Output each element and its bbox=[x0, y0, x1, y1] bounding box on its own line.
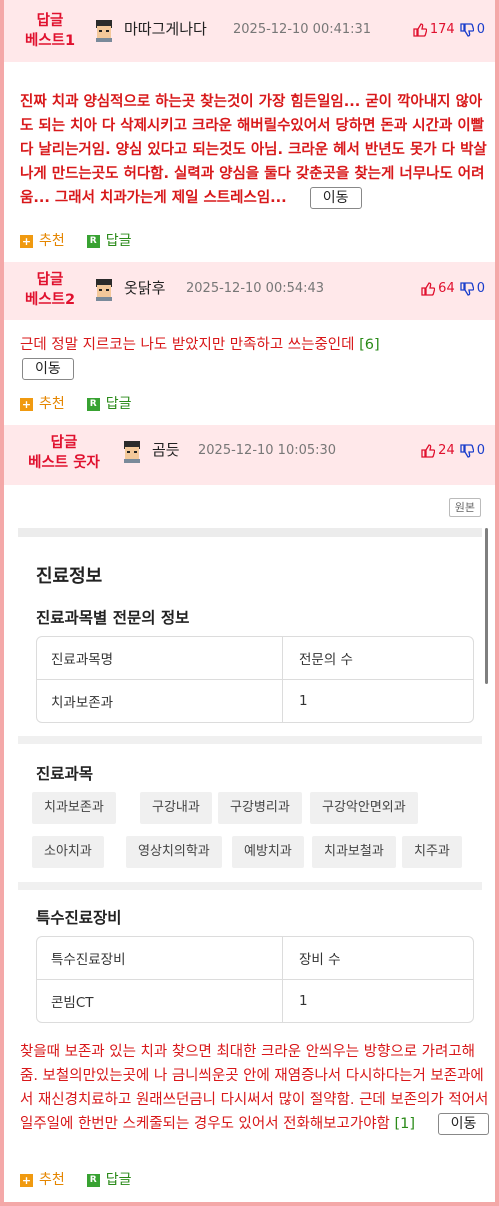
table-header-cell: 진료과목명 bbox=[37, 637, 283, 679]
original-button[interactable]: 원본 bbox=[448, 498, 481, 517]
comment-body: 찾을때 보존과 있는 치과 찾으면 최대한 크라운 안씌우는 방향으로 가려고해… bbox=[4, 1040, 495, 1136]
downvote-count: 0 bbox=[476, 281, 485, 296]
comment-header: 답글 베스트1 마따그게나다 2025-12-10 00:41:31 174 0 bbox=[4, 0, 495, 62]
best-badge-line1: 답글 bbox=[36, 272, 64, 288]
reply-count[interactable]: [1] bbox=[395, 1116, 416, 1132]
move-button[interactable]: 이동 bbox=[309, 187, 362, 209]
upvote-count: 174 bbox=[429, 22, 455, 37]
table-header-row: 진료과목명 전문의 수 bbox=[37, 637, 473, 679]
timestamp: 2025-12-10 00:41:31 bbox=[233, 22, 372, 37]
vote-box: 64 0 bbox=[421, 279, 485, 299]
comment-actions: + 추천 R 답글 bbox=[20, 394, 132, 414]
timestamp: 2025-12-10 00:54:43 bbox=[186, 281, 325, 296]
best-badge-line2: 베스트1 bbox=[24, 33, 76, 49]
upvote-count: 24 bbox=[438, 443, 455, 458]
thumbs-up-icon[interactable] bbox=[421, 444, 436, 458]
thumbs-up-icon[interactable] bbox=[421, 282, 436, 296]
plus-icon: + bbox=[20, 1173, 33, 1187]
vote-box: 24 0 bbox=[421, 441, 485, 461]
recommend-button[interactable]: 추천 bbox=[39, 394, 65, 414]
section-divider bbox=[18, 736, 482, 744]
reply-r-icon: R bbox=[86, 234, 100, 248]
avatar-icon bbox=[124, 441, 140, 463]
embed-top-bar bbox=[18, 528, 482, 537]
table-cell: 치과보존과 bbox=[37, 680, 283, 722]
best-badge: 답글 베스트1 bbox=[18, 11, 82, 51]
table-header-cell: 전문의 수 bbox=[299, 652, 353, 668]
comment-actions: + 추천 R 답글 bbox=[20, 1170, 132, 1190]
comment-header: 답글 베스트2 옷닭후 2025-12-10 00:54:43 64 0 bbox=[4, 262, 495, 320]
thumbs-down-icon[interactable] bbox=[460, 444, 474, 458]
department-tag: 구강악안면외과 bbox=[310, 792, 418, 824]
best-badge-line1: 답글 bbox=[50, 435, 78, 451]
specialist-table: 진료과목명 전문의 수 치과보존과 1 bbox=[36, 636, 474, 723]
thumbs-up-icon[interactable] bbox=[413, 23, 427, 37]
section-divider bbox=[18, 882, 482, 890]
timestamp: 2025-12-10 10:05:30 bbox=[198, 443, 337, 458]
table-row: 콘빔CT 1 bbox=[37, 979, 473, 1022]
comment-header: 답글 베스트 웃자 곰듯 2025-12-10 10:05:30 24 0 bbox=[4, 425, 495, 485]
table-row: 치과보존과 1 bbox=[37, 679, 473, 722]
table-header-cell: 특수진료장비 bbox=[37, 937, 283, 979]
table-header-row: 특수진료장비 장비 수 bbox=[37, 937, 473, 979]
department-tag: 영상치의학과 bbox=[126, 836, 222, 868]
thumbs-down-icon[interactable] bbox=[460, 23, 474, 37]
upvote-count: 64 bbox=[438, 281, 455, 296]
nickname[interactable]: 곰듯 bbox=[152, 440, 180, 460]
reply-button[interactable]: 답글 bbox=[106, 1170, 132, 1190]
best-badge: 답글 베스트 웃자 bbox=[16, 433, 112, 473]
reply-count[interactable]: [6] bbox=[359, 337, 380, 353]
table-cell: 콘빔CT bbox=[37, 980, 283, 1022]
table-cell: 1 bbox=[299, 693, 308, 709]
plus-icon: + bbox=[20, 397, 33, 411]
best-badge-line1: 답글 bbox=[36, 13, 64, 29]
comment-text: 진짜 치과 양심적으로 하는곳 찾는것이 가장 힘든일임... 굳이 깍아내지 … bbox=[20, 94, 487, 206]
equipment-table: 특수진료장비 장비 수 콘빔CT 1 bbox=[36, 936, 474, 1023]
thumbs-down-icon[interactable] bbox=[460, 282, 474, 296]
move-button[interactable]: 이동 bbox=[22, 358, 74, 380]
comment-body: 근데 정말 지르코는 나도 받았지만 만족하고 쓰는중인데 [6] 이동 bbox=[4, 333, 495, 381]
comment-text: 찾을때 보존과 있는 치과 찾으면 최대한 크라운 안씌우는 방향으로 가려고해… bbox=[20, 1044, 489, 1132]
reply-button[interactable]: 답글 bbox=[106, 394, 132, 414]
move-button[interactable]: 이동 bbox=[437, 1113, 490, 1135]
embedded-image: 진료정보 진료과목별 전문의 정보 진료과목명 전문의 수 치과보존과 1 진료… bbox=[18, 528, 488, 1023]
recommend-button[interactable]: 추천 bbox=[39, 231, 65, 251]
table-header-cell: 장비 수 bbox=[299, 952, 341, 968]
department-tag: 치주과 bbox=[402, 836, 462, 868]
reply-r-icon: R bbox=[86, 397, 100, 411]
best-badge: 답글 베스트2 bbox=[18, 270, 82, 310]
reply-r-icon: R bbox=[86, 1173, 100, 1187]
best-badge-line2: 베스트 웃자 bbox=[28, 455, 100, 471]
comment-body: 진짜 치과 양심적으로 하는곳 찾는것이 가장 힘든일임... 굳이 깍아내지 … bbox=[4, 62, 495, 210]
table-cell: 1 bbox=[299, 993, 308, 1009]
department-tag: 치과보철과 bbox=[312, 836, 396, 868]
section-title: 진료과목 bbox=[36, 765, 94, 783]
nickname[interactable]: 마따그게나다 bbox=[124, 19, 207, 39]
comment-list: 답글 베스트1 마따그게나다 2025-12-10 00:41:31 174 0… bbox=[0, 0, 499, 1206]
downvote-count: 0 bbox=[476, 443, 485, 458]
section-title: 특수진료장비 bbox=[36, 909, 122, 927]
avatar-icon bbox=[96, 20, 112, 42]
plus-icon: + bbox=[20, 234, 33, 248]
nickname[interactable]: 옷닭후 bbox=[124, 278, 165, 298]
downvote-count: 0 bbox=[476, 22, 485, 37]
best-badge-line2: 베스트2 bbox=[24, 292, 76, 308]
recommend-button[interactable]: 추천 bbox=[39, 1170, 65, 1190]
department-tag: 소아치과 bbox=[32, 836, 104, 868]
department-tag: 예방치과 bbox=[232, 836, 304, 868]
section-title: 진료과목별 전문의 정보 bbox=[36, 609, 190, 627]
department-tag: 구강내과 bbox=[140, 792, 212, 824]
reply-button[interactable]: 답글 bbox=[106, 231, 132, 251]
embed-title: 진료정보 bbox=[36, 566, 103, 587]
scrollbar[interactable] bbox=[485, 528, 488, 684]
comment-text: 근데 정말 지르코는 나도 받았지만 만족하고 쓰는중인데 bbox=[20, 337, 355, 353]
comment-actions: + 추천 R 답글 bbox=[20, 231, 132, 251]
department-tag: 치과보존과 bbox=[32, 792, 116, 824]
department-tag: 구강병리과 bbox=[218, 792, 302, 824]
vote-box: 174 0 bbox=[413, 20, 485, 40]
avatar-icon bbox=[96, 279, 112, 301]
